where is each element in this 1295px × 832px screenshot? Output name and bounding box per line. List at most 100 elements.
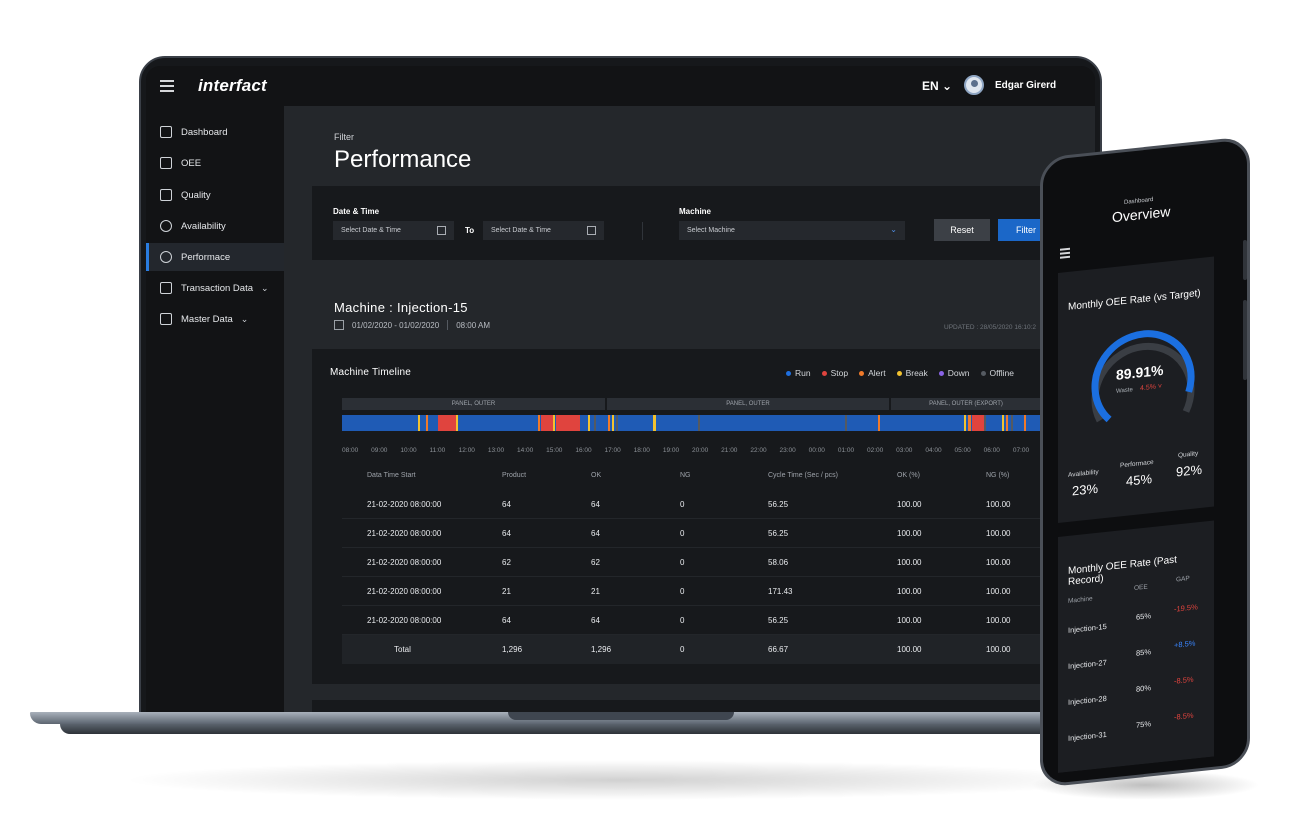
legend-dot [786,370,791,376]
sidebar-item-quality[interactable]: Quality [146,181,284,209]
timeline-segment[interactable] [698,415,700,431]
user-name[interactable]: Edgar Girerd [995,80,1056,91]
timeline-segment[interactable] [1024,415,1026,431]
avatar[interactable] [964,75,984,95]
laptop-screen: interfact EN ⌄ Edgar Girerd Dashboard OE… [146,66,1095,712]
timeline-segment[interactable] [1006,415,1008,431]
table-cell: 100.00 [897,558,922,567]
card-title: Monthly OEE Rate (Past Record) [1068,554,1177,588]
legend-label: Run [795,368,811,378]
timeline-segment[interactable] [608,415,610,431]
sidebar-item-dashboard[interactable]: Dashboard [146,118,284,146]
laptop-shadow [120,760,1120,800]
calendar-icon [334,320,344,330]
app-logo[interactable]: interfact [198,76,267,96]
timeline-segment[interactable] [968,415,971,431]
timeline-segment[interactable] [1011,415,1013,431]
sidebar-item-availability[interactable]: Availability [146,212,284,240]
timeline-segment[interactable] [594,415,596,431]
timeline-segment[interactable] [984,415,986,431]
time-tick-label: 01:00 [837,447,855,454]
legend-label: Down [947,368,970,378]
panel-label: PANEL, OUTER (EXPORT) [891,398,1041,410]
table-cell: 21-02-2020 08:00:00 [367,500,442,509]
timeline-segment[interactable] [438,415,456,431]
hamburger-menu-icon[interactable] [160,80,174,92]
table-cell: 100.00 [986,616,1011,625]
table-cell: 56.25 [768,500,789,509]
timeline-segment[interactable] [418,415,420,431]
time-tick-label: 17:00 [604,447,621,454]
sidebar-item-oee[interactable]: OEE [146,149,284,177]
table-cell: 0 [680,616,685,625]
legend-item-stop[interactable]: Stop [821,368,848,378]
timeline-segment[interactable] [553,415,555,431]
column-header: OK [591,472,602,479]
timeline-segment[interactable] [1002,415,1004,431]
panel-label: PANEL, OUTER [607,398,889,410]
sidebar-item-label: Quality [181,189,211,201]
table-cell: 100.00 [897,645,922,654]
timeline-segment[interactable] [538,415,540,431]
column-header: OK (%) [897,472,920,479]
gauge-icon [160,251,172,263]
sidebar-item-transaction-data[interactable]: Transaction Data ⌄ [146,274,284,302]
phone-screen: Dashboard Overview Monthly OEE Rate (vs … [1048,154,1238,774]
calendar-icon[interactable] [437,226,446,235]
legend-item-alert[interactable]: Alert [859,368,886,378]
table-cell: 1,296 [591,645,612,654]
timeline-segment[interactable] [456,415,458,431]
timeline-segment[interactable] [556,415,580,431]
table-header-row: Data Time Start Product OK NG Cycle Time (Se… [342,462,1070,490]
table-row[interactable]: 21-02-2020 08:00:00 21 21 0 171.43 100.00 100.… [342,577,1070,606]
calendar-icon[interactable] [587,226,596,235]
timeline-segment[interactable] [845,415,847,431]
timeline-segment[interactable] [616,415,618,431]
past-record-rows: Injection-15 65% -19.5% Injection-27 85% +8.5… [1058,521,1214,743]
time-tick-label: 06:00 [983,447,1000,454]
machine-select[interactable]: Select Machine ⌄ [679,221,905,240]
updated-timestamp: UPDATED : 28/05/2020 16:10:2 [944,324,1037,331]
reset-button[interactable]: Reset [934,219,990,241]
machine-name: Injection-28 [1068,693,1107,707]
table-row[interactable]: 21-02-2020 08:00:00 64 64 0 56.25 100.00 100.0… [342,490,1070,519]
sidebar-item-performance[interactable]: Performace [146,243,284,271]
timeline-segment[interactable] [426,415,428,431]
timeline-segment[interactable] [972,415,984,431]
legend-item-offline[interactable]: Offline [980,368,1014,378]
oee-value: 80% [1136,683,1152,694]
top-bar: interfact EN ⌄ Edgar Girerd [146,66,1095,106]
sidebar-item-label: Master Data [181,313,233,325]
table-row[interactable]: 21-02-2020 08:00:00 62 62 0 58.06 100.00 100.0… [342,548,1070,577]
table-total-row[interactable]: Total 1,296 1,296 0 66.67 100.00 100.00 [342,635,1070,664]
time-tick-label: 16:00 [575,447,592,454]
timeline-segment[interactable] [588,415,590,431]
date-from-input[interactable]: Select Date & Time [333,221,454,240]
column-header: NG [680,472,691,479]
timeline-segment[interactable] [964,415,966,431]
timeline-segment[interactable] [541,415,553,431]
shield-icon [160,189,172,201]
breadcrumb: Filter [334,132,354,142]
timeline-segment[interactable] [612,415,614,431]
timeline-segment[interactable] [653,415,656,431]
gap-value: -8.5% [1174,674,1194,686]
legend-item-run[interactable]: Run [786,368,811,378]
table-cell: 21-02-2020 08:00:00 [367,616,442,625]
language-selector[interactable]: EN ⌄ [922,79,952,93]
sidebar-item-master-data[interactable]: Master Data ⌄ [146,305,284,333]
timeline-segment[interactable] [878,415,880,431]
chart-icon [160,157,172,169]
legend-item-down[interactable]: Down [938,368,970,378]
table-row[interactable]: 21-02-2020 08:00:00 64 64 0 56.25 100.00 100.0… [342,606,1070,635]
chevron-down-icon: ⌄ [240,313,249,324]
legend-item-break[interactable]: Break [896,368,928,378]
column-header: Cycle Time (Sec / pcs) [768,472,839,479]
date-to-input[interactable]: Select Date & Time [483,221,604,240]
table-row[interactable]: 21-02-2020 08:00:00 64 64 0 56.25 100.00 100.0… [342,519,1070,548]
time-tick-label: 04:00 [925,447,942,454]
hamburger-menu-icon[interactable] [1060,247,1070,261]
time-tick-label: 08:00 [342,447,359,454]
timeline-bar[interactable] [342,415,1070,431]
oee-past-record-card: Monthly OEE Rate (Past Record) Machine O… [1058,520,1214,773]
